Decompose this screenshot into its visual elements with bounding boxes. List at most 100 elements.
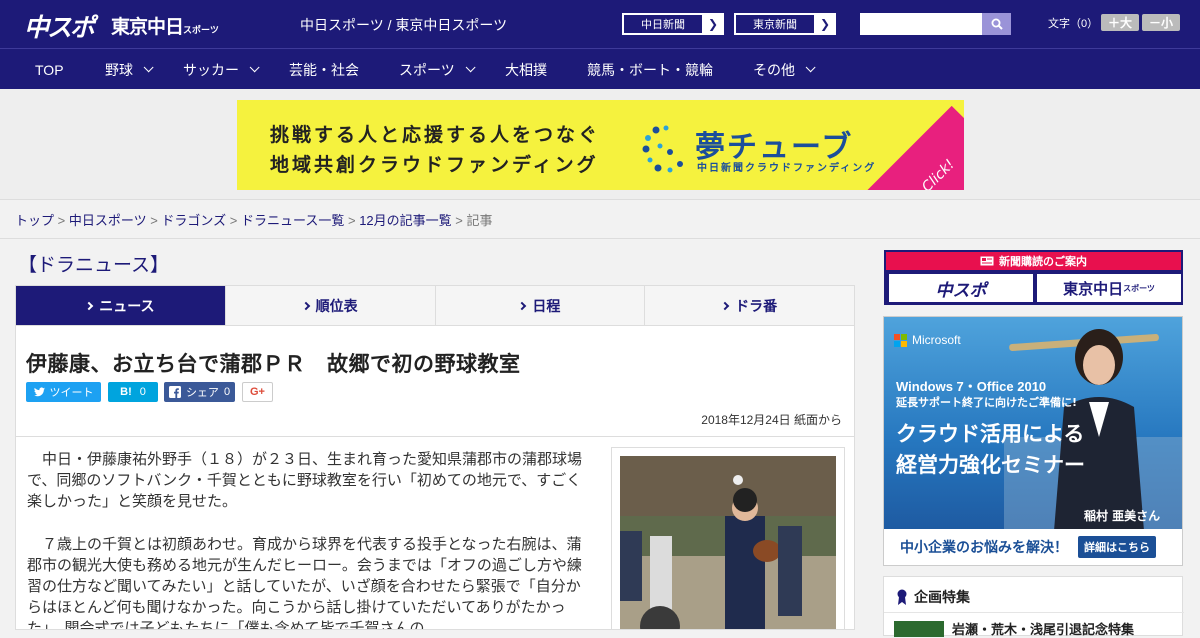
ribbon-icon	[897, 589, 907, 605]
banner-line-1: 挑戦する人と応援する人をつなぐ	[270, 124, 601, 146]
banner-area: 挑戦する人と応援する人をつなぐ 地域共創クラウドファンディング 夢チューブ 中日…	[0, 89, 1200, 200]
link-label: 中日新聞	[623, 14, 703, 34]
news-tabs: ニュース 順位表 日程 ドラ番	[15, 285, 855, 333]
newspaper-icon	[980, 256, 994, 266]
article-body: 中日・伊藤康祐外野手（１８）が２３日、生まれ育った愛知県蒲郡市の蒲郡球場で、同郷…	[15, 437, 855, 630]
breadcrumb-top[interactable]: トップ	[15, 213, 54, 228]
article-photo[interactable]	[611, 447, 845, 629]
section-title: 【ドラニュース】	[18, 255, 170, 276]
article-date: 2018年12月24日 紙面から	[701, 413, 842, 427]
tokyo-chunichi-subscribe-button[interactable]: 東京中日 スポーツ	[1037, 274, 1181, 302]
nav-entertainment[interactable]: 芸能・社会	[289, 49, 359, 90]
breadcrumb-sep: >	[451, 213, 467, 228]
nav-label: その他	[753, 61, 795, 78]
tab-news[interactable]: ニュース	[16, 286, 226, 333]
nav-label: 芸能・社会	[289, 61, 359, 78]
breadcrumb-sep: >	[146, 213, 162, 228]
tweet-button[interactable]: ツイート	[26, 382, 101, 402]
ad-cta-button[interactable]: 詳細はこちら	[1078, 536, 1156, 558]
subscription-header: 新聞購読のご案内	[886, 252, 1181, 270]
breadcrumb: トップ > 中日スポーツ > ドラゴンズ > ドラニュース一覧 > 12月の記事…	[15, 210, 493, 229]
dots-logo-icon	[642, 125, 683, 173]
feature-thumbnail[interactable]	[894, 621, 944, 637]
chevron-down-icon	[465, 62, 476, 73]
tab-reporter[interactable]: ドラ番	[645, 286, 854, 325]
feature-box: 企画特集 岩瀬・荒木・浅尾引退記念特集	[883, 576, 1184, 638]
nav-label: サッカー	[183, 61, 239, 78]
subscription-box: 新聞購読のご案内 中スポ 東京中日 スポーツ	[884, 250, 1183, 305]
ad-bottom-text: 中小企業のお悩みを解決！	[900, 540, 1068, 556]
chevron-right-icon	[720, 301, 730, 310]
nav-label: 競馬・ボート・競輪	[587, 61, 713, 78]
nav-other[interactable]: その他	[753, 49, 816, 90]
chuspo-subscribe-button[interactable]: 中スポ	[889, 274, 1033, 302]
nav-label: TOP	[35, 61, 64, 78]
feature-item-link[interactable]: 岩瀬・荒木・浅尾引退記念特集	[952, 619, 1134, 638]
chevron-right-icon: ❯	[819, 17, 831, 31]
site-header: 中スポ 東京中日スポーツ 中日スポーツ / 東京中日スポーツ 中日新聞 ❯ 東京…	[0, 0, 1200, 48]
fb-label: シェア	[185, 387, 219, 399]
chuspo-logo[interactable]: 中スポ	[24, 8, 95, 44]
ad-line-4: 経営力強化セミナー	[896, 453, 1085, 477]
chevron-right-icon	[84, 301, 94, 310]
microsoft-brand: Microsoft	[894, 333, 961, 347]
ad-line-3: クラウド活用による	[896, 422, 1085, 446]
tab-schedule[interactable]: 日程	[435, 286, 646, 325]
font-decrease-button[interactable]: －小	[1142, 14, 1180, 31]
search-button[interactable]	[982, 13, 1011, 35]
nav-sumo[interactable]: 大相撲	[505, 49, 547, 90]
tab-standings[interactable]: 順位表	[225, 286, 436, 325]
ad-line-2: 延長サポート終了に向けたご準備に!	[896, 396, 1078, 409]
tab-label: ニュース	[99, 297, 155, 314]
fb-count: 0	[223, 386, 231, 398]
font-size-label: 文字（0）	[1048, 18, 1099, 30]
breadcrumb-dragons[interactable]: ドラゴンズ	[161, 213, 226, 228]
breadcrumb-sep: >	[226, 213, 241, 228]
nav-racing[interactable]: 競馬・ボート・競輪	[587, 49, 713, 90]
logo-sub-text: 東京中日	[111, 16, 184, 38]
nav-soccer[interactable]: サッカー	[183, 49, 260, 90]
breadcrumb-news-list[interactable]: ドラニュース一覧	[241, 213, 344, 228]
banner-line-2: 地域共創クラウドファンディング	[270, 154, 599, 176]
google-plus-icon: G+	[250, 386, 265, 398]
microsoft-logo-icon	[894, 333, 907, 347]
article-paragraph: 中日・伊藤康祐外野手（１８）が２３日、生まれ育った愛知県蒲郡市の蒲郡球場で、同郷…	[27, 451, 583, 510]
breadcrumb-month-list[interactable]: 12月の記事一覧	[359, 213, 451, 228]
click-ribbon	[866, 105, 964, 190]
feature-title: 企画特集	[896, 587, 970, 607]
tokyo-shimbun-link[interactable]: 東京新聞 ❯	[734, 13, 836, 35]
yume-tube-banner[interactable]: 挑戦する人と応援する人をつなぐ 地域共創クラウドファンディング 夢チューブ 中日…	[237, 100, 964, 190]
link-label: 東京新聞	[735, 14, 815, 34]
hatena-button[interactable]: B! 0	[108, 382, 158, 402]
article-paragraph: ７歳上の千賀とは初顔あわせ。育成から球界を代表する投手となった右腕は、蒲郡市の観…	[27, 536, 582, 630]
tab-label: 日程	[532, 297, 561, 314]
nav-label: スポーツ	[399, 61, 455, 78]
chunichi-shimbun-link[interactable]: 中日新聞 ❯	[622, 13, 724, 35]
chevron-right-icon: ❯	[707, 17, 719, 31]
tab-label: 順位表	[315, 297, 358, 314]
ad-bottom-bar: 中小企業のお悩みを解決！ 詳細はこちら	[884, 529, 1182, 565]
nav-top[interactable]: TOP	[35, 49, 64, 90]
ad-line-1: Windows 7・Office 2010	[896, 379, 1047, 394]
tokyo-chunichi-logo[interactable]: 東京中日スポーツ	[111, 12, 219, 39]
hatena-icon: B!	[120, 386, 132, 398]
nav-label: 大相撲	[505, 61, 547, 78]
nav-sports[interactable]: スポーツ	[399, 49, 476, 90]
font-increase-button[interactable]: ＋大	[1101, 14, 1139, 31]
chevron-right-icon	[301, 301, 310, 310]
divider	[884, 612, 1184, 613]
nav-baseball[interactable]: 野球	[105, 49, 154, 90]
search-input[interactable]	[860, 13, 982, 35]
subscription-label: 新聞購読のご案内	[999, 256, 1087, 268]
baseball-players-image	[620, 456, 836, 629]
main-nav: TOP 野球 サッカー 芸能・社会 スポーツ 大相撲 競馬・ボート・競輪 その他	[0, 48, 1200, 89]
google-plus-button[interactable]: G+	[242, 382, 273, 402]
microsoft-seminar-ad[interactable]: Microsoft Windows 7・Office 2010 延長サポート終了…	[883, 316, 1183, 566]
breadcrumb-chuspo[interactable]: 中日スポーツ	[69, 213, 147, 228]
chevron-down-icon	[805, 62, 816, 73]
hatena-count: 0	[139, 386, 146, 398]
nav-label: 野球	[105, 61, 133, 78]
divider	[0, 238, 1200, 239]
facebook-share-button[interactable]: シェア 0	[164, 382, 235, 402]
logo-sub-small: スポーツ	[183, 26, 219, 36]
